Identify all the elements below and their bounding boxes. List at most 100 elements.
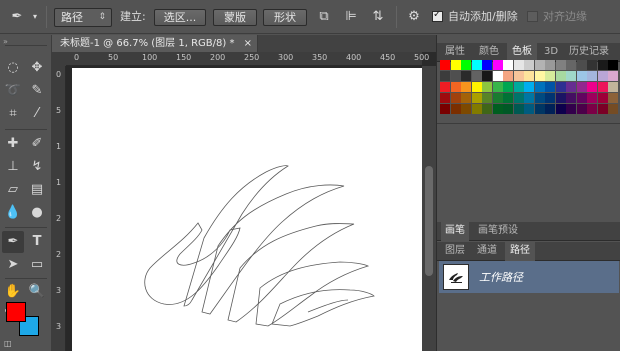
swatch[interactable] xyxy=(545,104,555,114)
auto-add-delete-checkbox[interactable] xyxy=(432,9,443,22)
scrollbar-thumb[interactable] xyxy=(425,166,433,276)
swatch[interactable] xyxy=(545,82,555,92)
swatch[interactable] xyxy=(503,93,513,103)
swatch[interactable] xyxy=(450,104,461,114)
move-tool-icon[interactable]: ✥ xyxy=(26,57,48,79)
quick-selection-tool-icon[interactable]: ✎ xyxy=(26,80,48,102)
gradient-tool-icon[interactable]: ▤ xyxy=(26,179,48,201)
swatch[interactable] xyxy=(450,71,461,81)
eyedropper-tool-icon[interactable]: ⁄ xyxy=(26,103,48,125)
swatch[interactable] xyxy=(534,60,545,70)
swatch[interactable] xyxy=(492,71,503,81)
swatch[interactable] xyxy=(534,71,545,81)
swatch[interactable] xyxy=(513,60,524,70)
zoom-tool-icon[interactable]: 🔍 xyxy=(26,281,48,303)
swatch[interactable] xyxy=(555,82,566,92)
align-edges-checkbox[interactable] xyxy=(527,11,538,22)
swatch[interactable] xyxy=(566,104,576,114)
swatch[interactable] xyxy=(524,93,534,103)
swatch[interactable] xyxy=(587,104,597,114)
swatch[interactable] xyxy=(513,104,524,114)
foreground-color-swatch[interactable] xyxy=(6,302,26,322)
hand-tool-icon[interactable]: ✋ xyxy=(2,281,24,303)
gear-icon[interactable]: ⚙ xyxy=(406,9,422,25)
tab-paths[interactable]: 路径 xyxy=(505,242,535,261)
swatch[interactable] xyxy=(471,60,482,70)
swatch[interactable] xyxy=(597,60,608,70)
swatch[interactable] xyxy=(440,93,450,103)
history-brush-tool-icon[interactable]: ↯ xyxy=(26,156,48,178)
swatch[interactable] xyxy=(513,71,524,81)
swatch[interactable] xyxy=(555,60,566,70)
swatch[interactable] xyxy=(555,71,566,81)
swatch[interactable] xyxy=(482,60,492,70)
swatch[interactable] xyxy=(450,93,461,103)
document-canvas[interactable] xyxy=(72,68,422,351)
swatch[interactable] xyxy=(503,104,513,114)
swatch[interactable] xyxy=(597,93,608,103)
swatch[interactable] xyxy=(576,93,587,103)
rectangle-tool-icon[interactable]: ▭ xyxy=(26,254,48,276)
lasso-tool-icon[interactable]: ➰ xyxy=(2,80,24,102)
swatch[interactable] xyxy=(608,82,618,92)
swatch[interactable] xyxy=(576,60,587,70)
swatch[interactable] xyxy=(555,104,566,114)
pen-tool-icon[interactable]: ✒ xyxy=(8,9,26,25)
swatch[interactable] xyxy=(492,104,503,114)
path-operations-icon[interactable]: ⧉ xyxy=(316,9,332,25)
tool-preset-dropdown-icon[interactable]: ▾ xyxy=(30,9,40,25)
document-tab[interactable]: 未标题-1 @ 66.7% (图层 1, RGB/8) * × xyxy=(52,35,258,52)
swatch[interactable] xyxy=(587,71,597,81)
tab-channels[interactable]: 通道 xyxy=(473,242,501,261)
swatch[interactable] xyxy=(524,60,534,70)
swatch[interactable] xyxy=(545,60,555,70)
swatch[interactable] xyxy=(440,104,450,114)
make-selection-button[interactable]: 选区... xyxy=(154,9,206,26)
swatch[interactable] xyxy=(576,71,587,81)
tab-brush[interactable]: 画笔 xyxy=(441,222,469,241)
mode-select[interactable]: 路径 ⇕ xyxy=(54,8,112,27)
swatch[interactable] xyxy=(608,71,618,81)
swatch[interactable] xyxy=(492,82,503,92)
swatch[interactable] xyxy=(471,71,482,81)
brush-tool-icon[interactable]: ✐ xyxy=(26,133,48,155)
swatch[interactable] xyxy=(545,93,555,103)
swatch[interactable] xyxy=(524,82,534,92)
swatch[interactable] xyxy=(576,82,587,92)
swatch[interactable] xyxy=(597,82,608,92)
swatch[interactable] xyxy=(587,82,597,92)
swatch[interactable] xyxy=(450,60,461,70)
swatch[interactable] xyxy=(440,60,450,70)
swatch[interactable] xyxy=(461,60,471,70)
eraser-tool-icon[interactable]: ▱ xyxy=(2,179,24,201)
swatch[interactable] xyxy=(576,104,587,114)
close-icon[interactable]: × xyxy=(244,38,252,49)
swatch[interactable] xyxy=(513,82,524,92)
swatch[interactable] xyxy=(461,82,471,92)
swatch[interactable] xyxy=(503,82,513,92)
vertical-ruler[interactable]: 0 5 1 1 2 2 3 3 xyxy=(52,66,66,351)
ruler-origin[interactable] xyxy=(52,52,66,66)
swatch[interactable] xyxy=(608,104,618,114)
swatch[interactable] xyxy=(503,60,513,70)
path-alignment-icon[interactable]: ⊫ xyxy=(343,9,359,25)
swatch[interactable] xyxy=(461,71,471,81)
crop-tool-icon[interactable]: ⌗ xyxy=(2,103,24,125)
swatch[interactable] xyxy=(534,104,545,114)
dodge-tool-icon[interactable]: ● xyxy=(26,202,48,224)
swatch[interactable] xyxy=(587,93,597,103)
type-tool-icon[interactable]: T xyxy=(26,231,48,253)
swatch[interactable] xyxy=(492,60,503,70)
clone-stamp-tool-icon[interactable]: ⊥ xyxy=(2,156,24,178)
marquee-tool-icon[interactable]: ◌ xyxy=(2,57,24,79)
swatch[interactable] xyxy=(597,71,608,81)
swatch[interactable] xyxy=(524,71,534,81)
swatch[interactable] xyxy=(482,71,492,81)
path-selection-tool-icon[interactable]: ➤ xyxy=(2,254,24,276)
swatch[interactable] xyxy=(471,104,482,114)
swatch[interactable] xyxy=(587,60,597,70)
work-path-item[interactable]: 工作路径 xyxy=(439,261,619,293)
swatch[interactable] xyxy=(482,93,492,103)
swatch[interactable] xyxy=(524,104,534,114)
make-shape-button[interactable]: 形状 xyxy=(263,9,307,26)
